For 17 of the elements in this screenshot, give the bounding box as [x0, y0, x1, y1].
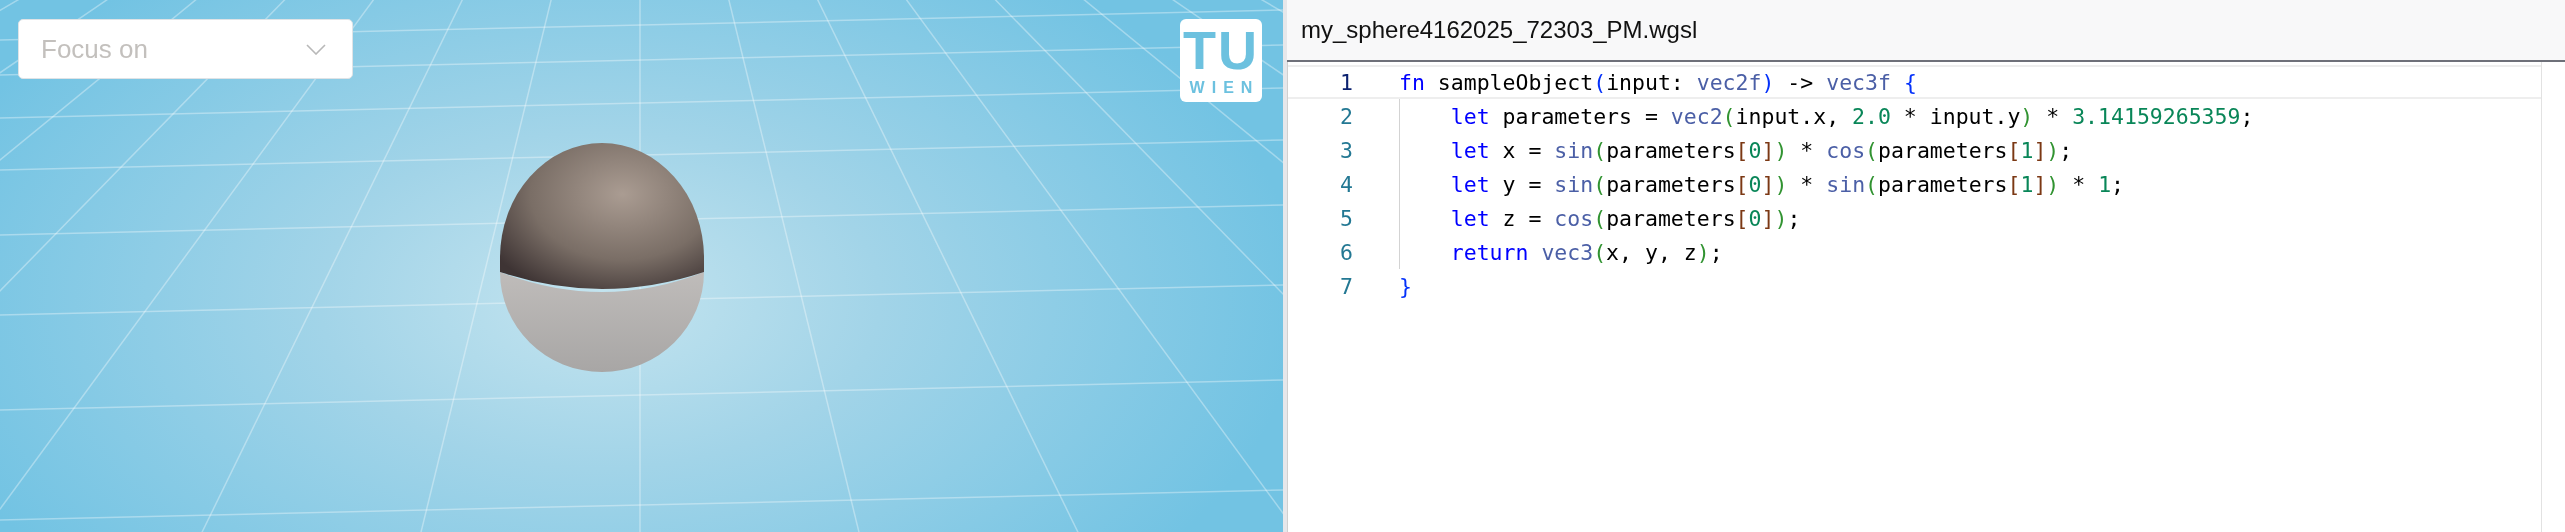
code-line: let z = cos(parameters[0]);: [1449, 205, 1801, 231]
file-tab-title[interactable]: my_sphere4162025_72303_PM.wgsl: [1301, 16, 1698, 44]
code-line: let x = sin(parameters[0]) * cos(parameters[1]);: [1449, 137, 2073, 163]
line-number: 7: [1339, 273, 1353, 299]
code-line: fn sampleObject(input: vec2f) -> vec3f {: [1399, 69, 1917, 95]
line-number: 2: [1339, 103, 1353, 129]
code-line: return vec3(x, y, z);: [1449, 239, 1723, 265]
line-number: 6: [1339, 239, 1353, 265]
code-line: let y = sin(parameters[0]) * sin(parameters[1]) * 1;: [1449, 171, 2125, 197]
university-logo: TU WIEN: [1180, 19, 1262, 102]
line-number: 4: [1339, 171, 1353, 197]
chevron-down-icon: [306, 43, 326, 55]
code-line: }: [1399, 273, 1412, 299]
line-number: 5: [1339, 205, 1353, 231]
code-line: let parameters = vec2(input.x, 2.0 * input.y) * 3.14159265359;: [1449, 103, 2254, 129]
line-number: 1: [1339, 69, 1353, 95]
line-number: 3: [1339, 137, 1353, 163]
